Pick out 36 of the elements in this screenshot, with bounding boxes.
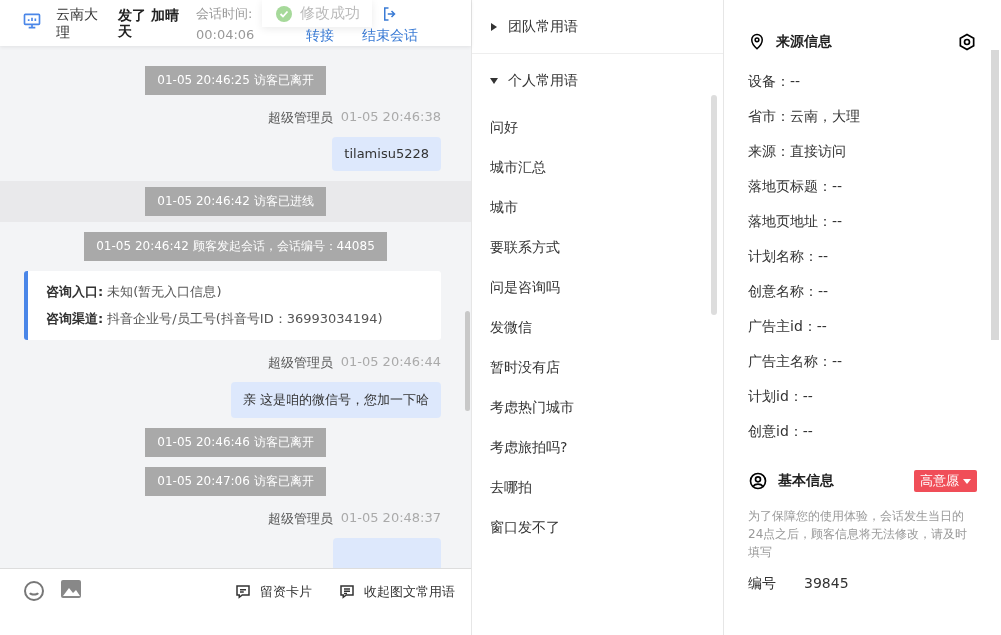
info-line: 咨询渠道: 抖音企业号/员工号(抖音号ID：36993034194) <box>46 310 384 328</box>
message-time: 01-05 20:46:44 <box>340 354 441 371</box>
message-time: 01-05 20:48:37 <box>340 510 441 527</box>
system-message: 01-05 20:46:25 访客已离开 <box>145 66 326 95</box>
info-field: 计划id：-- <box>748 387 813 406</box>
info-field: 落地页标题：-- <box>748 177 843 196</box>
system-message: 01-05 20:47:06 访客已离开 <box>145 467 326 496</box>
info-field: 广告主id：-- <box>748 317 827 336</box>
info-field: 计划名称：-- <box>748 247 829 266</box>
visitor-name: 发了 加晴天 <box>118 7 180 39</box>
system-message: 01-05 20:46:46 访客已离开 <box>145 428 326 457</box>
section-title: 基本信息 <box>778 472 835 490</box>
message-bubble: tilamisu5228 <box>332 137 441 171</box>
info-line: 咨询入口: 未知(暂无入口信息) <box>46 283 223 301</box>
duration-label: 会话时间: <box>196 4 254 23</box>
message-bubble: 亲 这是咱的微信号，您加一下哈 <box>230 382 441 418</box>
notice-text: 为了保障您的使用体验，会话发生当日的24点之后，顾客信息将无法修改，请及时填写 <box>748 508 969 561</box>
sender-name: 超级管理员 <box>267 510 333 528</box>
system-message: 01-05 20:46:42 访客已进线 <box>145 187 326 216</box>
visitor-location: 云南大理 <box>56 5 99 41</box>
toast: 修改成功 <box>262 0 372 27</box>
info-field: 设备：-- <box>748 72 801 91</box>
field-label: 编号 <box>748 575 776 593</box>
info-field: 落地页地址：-- <box>748 212 843 231</box>
duration-value: 00:04:06 <box>196 26 256 42</box>
system-message: 01-05 20:46:42 顾客发起会话，会话编号：44085 <box>84 232 387 261</box>
field-value: 39845 <box>804 575 849 593</box>
info-field: 广告主名称：-- <box>748 352 843 371</box>
info-field: 创意名称：-- <box>748 282 829 301</box>
info-field: 创意id：-- <box>748 422 813 441</box>
sender-name: 超级管理员 <box>267 354 333 372</box>
message-time: 01-05 20:46:38 <box>340 109 441 126</box>
sender-name: 超级管理员 <box>267 109 333 127</box>
info-field: 来源：直接访问 <box>748 142 846 161</box>
info-field: 省市：云南，大理 <box>748 107 860 126</box>
section-title: 来源信息 <box>776 33 833 51</box>
